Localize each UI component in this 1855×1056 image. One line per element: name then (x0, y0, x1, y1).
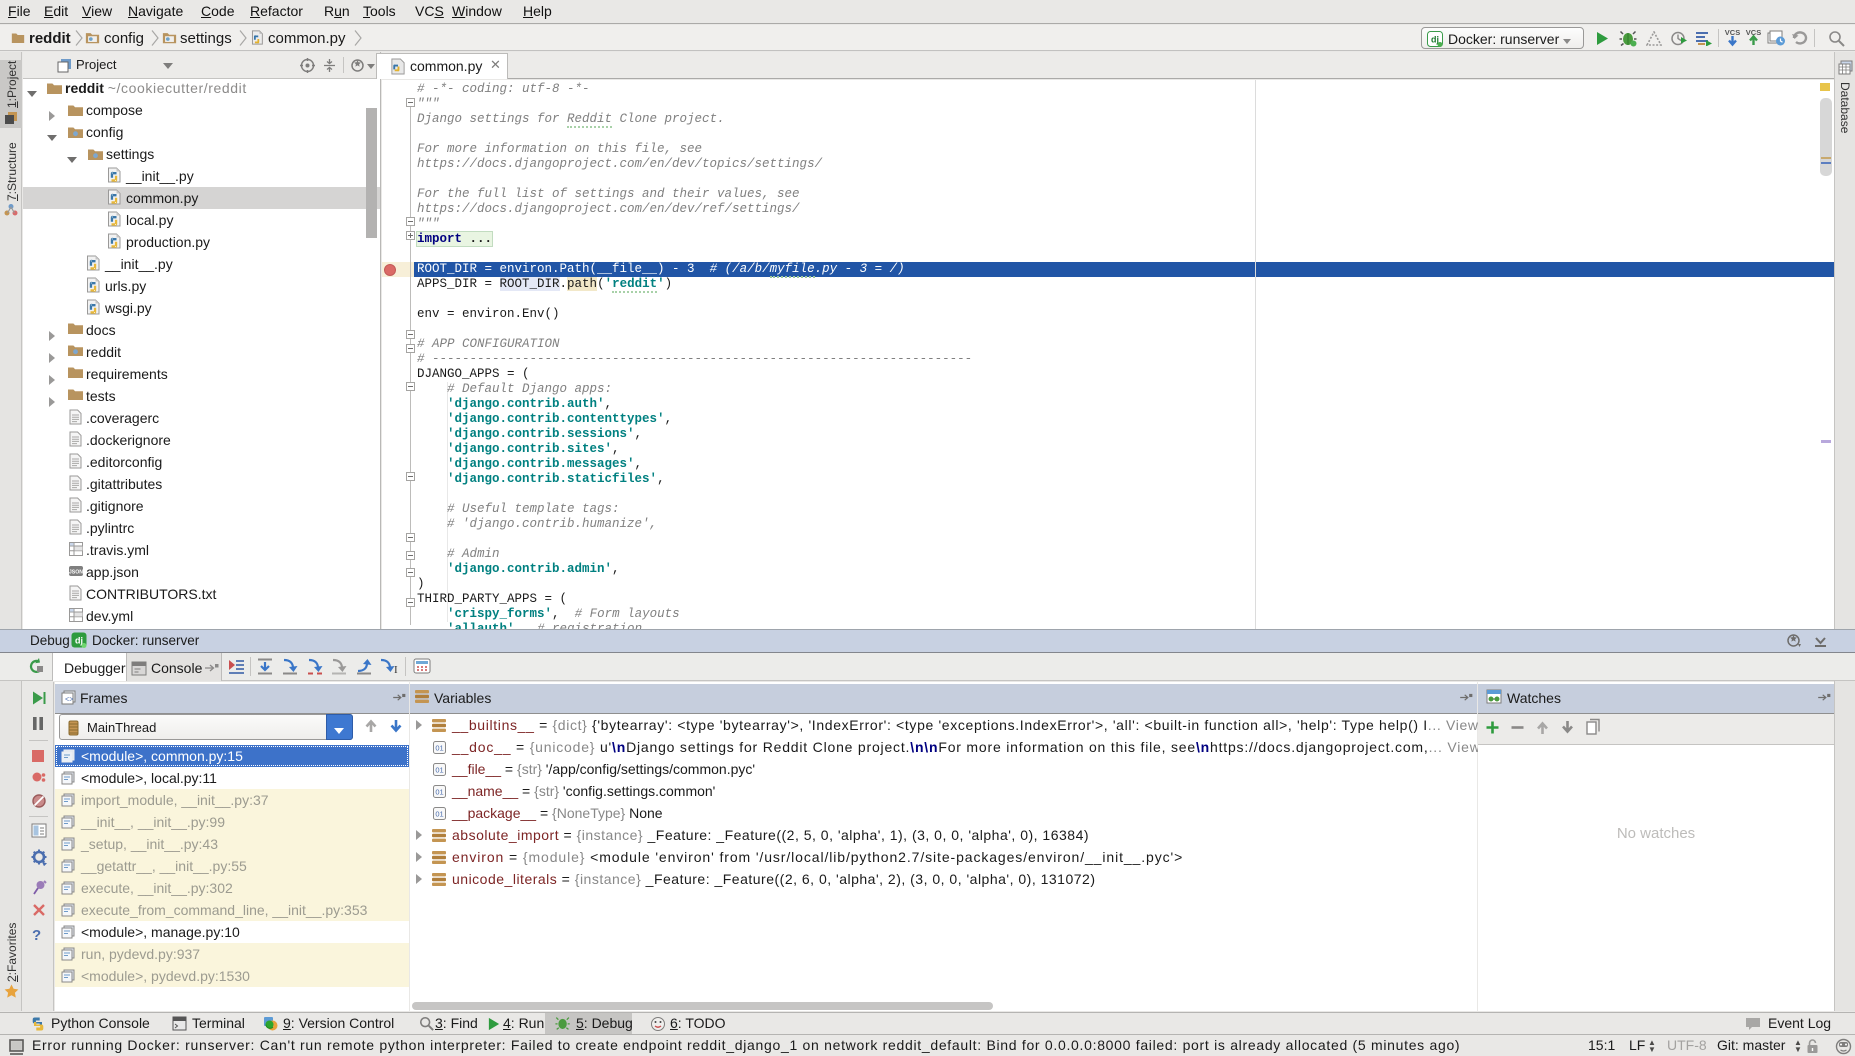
svg-text:<>: <> (65, 697, 73, 705)
svg-text:VCS: VCS (1725, 28, 1740, 37)
svg-text:dj: dj (75, 636, 83, 646)
svg-text:I: I (394, 664, 398, 675)
svg-text:dj: dj (1431, 35, 1439, 45)
